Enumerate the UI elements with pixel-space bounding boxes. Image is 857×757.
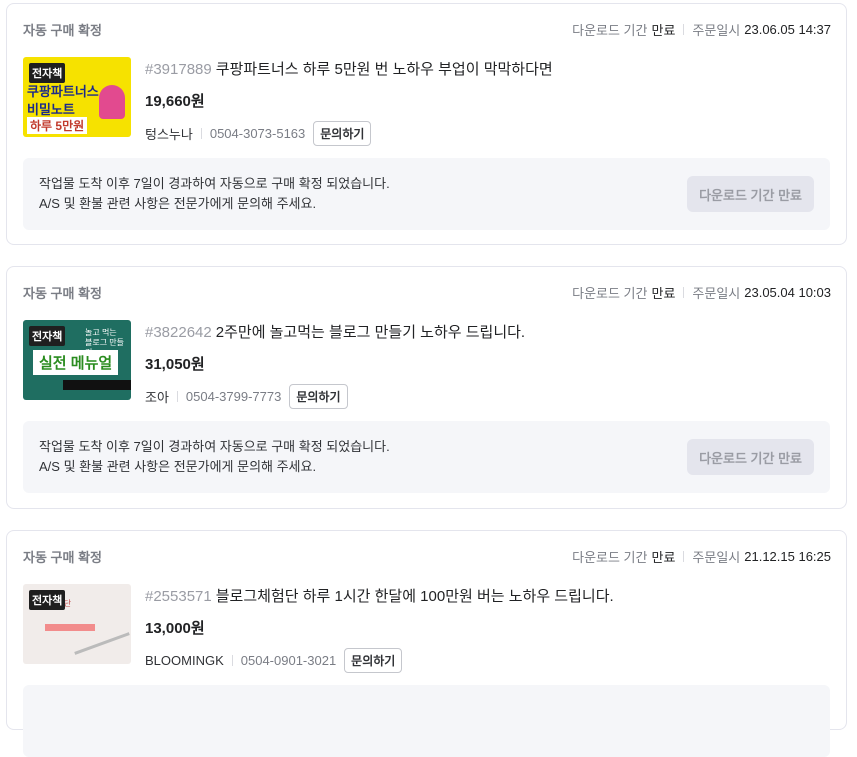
order-date-label: 주문일시 [692, 285, 741, 301]
notice-line: A/S 및 환불 관련 사항은 전문가에게 문의해 주세요. [39, 196, 317, 211]
product-thumbnail[interactable]: 전자책 쿠팡파트너스 비밀노트 하루 5만원 [23, 57, 131, 137]
seller-name: BLOOMINGK [145, 653, 224, 668]
download-period-label: 다운로드 기간 [572, 22, 648, 38]
person-illustration [99, 85, 125, 119]
notice-line: 작업물 도착 이후 7일이 경과하여 자동으로 구매 확정 되었습니다. [39, 176, 390, 191]
thumbnail-text: 쿠팡파트너스 [27, 84, 99, 99]
notice-line: 작업물 도착 이후 7일이 경과하여 자동으로 구매 확정 되었습니다. [39, 439, 390, 454]
product-info: #2553571 블로그체험단 하루 1시간 한달에 100만원 버는 노하우 드… [145, 581, 614, 673]
order-date-label: 주문일시 [692, 22, 741, 38]
order-item: 전자책 놀고 먹는블로그 만들기 실전 메뉴얼 #38226422주만에 놀고먹… [7, 317, 846, 409]
product-title-link[interactable]: #3917889 쿠팡파트너스 하루 5만원 번 노하우 부업이 막막하다면 [145, 58, 553, 78]
order-card-header: 자동 구매 확정 다운로드 기간 만료 주문일시 21.12.15 16:25 [7, 531, 846, 581]
order-meta: 다운로드 기간 만료 주문일시 23.05.04 10:03 [572, 283, 831, 302]
product-thumbnail[interactable]: 전자책 체험단 [23, 584, 131, 664]
thumbnail-text: 실전 메뉴얼 [33, 350, 119, 375]
purchase-status: 자동 구매 확정 [23, 285, 102, 301]
order-card: 자동 구매 확정 다운로드 기간 만료 주문일시 21.12.15 16:25 … [6, 530, 847, 757]
seller-phone: 0504-3799-7773 [185, 389, 282, 404]
order-date-value: 23.06.05 14:37 [744, 21, 831, 37]
download-expired-button[interactable]: 다운로드 기간 만료 [687, 176, 814, 212]
gig-number: #2553571 [145, 588, 212, 605]
notice-line: A/S 및 환불 관련 사항은 전문가에게 문의해 주세요. [39, 459, 317, 474]
product-info: #3917889 쿠팡파트너스 하루 5만원 번 노하우 부업이 막막하다면 19… [145, 54, 553, 146]
seller-row: 조아 0504-3799-7773 문의하기 [145, 384, 525, 409]
order-item: 전자책 쿠팡파트너스 비밀노트 하루 5만원 #3917889 쿠팡파트너스 하루… [7, 54, 846, 146]
divider [200, 128, 202, 139]
inquiry-button[interactable]: 문의하기 [289, 384, 348, 409]
divider [176, 391, 178, 402]
product-title-link[interactable]: #3822642 2주만에 놀고먹는 블로그 만들기 노하우 드립니다. [145, 321, 525, 341]
seller-name: 조아 [145, 390, 169, 405]
ebook-tag: 전자책 [29, 326, 66, 346]
product-title-link[interactable]: #2553571 블로그체험단 하루 1시간 한달에 100만원 버는 노하우 드… [145, 585, 614, 605]
order-meta: 다운로드 기간 만료 주문일시 23.06.05 14:37 [572, 20, 831, 39]
product-title: 쿠팡파트너스 하루 5만원 번 노하우 부업이 막막하다면 [215, 61, 553, 78]
hand-illustration [63, 380, 131, 390]
order-date-value: 21.12.15 16:25 [744, 548, 831, 564]
seller-row: BLOOMINGK 0504-0901-3021 문의하기 [145, 648, 614, 673]
inquiry-button[interactable]: 문의하기 [313, 121, 372, 146]
divider [683, 286, 685, 298]
inquiry-button[interactable]: 문의하기 [344, 648, 403, 673]
highlight-strip [45, 624, 95, 631]
notice-box: 작업물 도착 이후 7일이 경과하여 자동으로 구매 확정 되었습니다. A/S… [23, 421, 830, 493]
product-thumbnail[interactable]: 전자책 놀고 먹는블로그 만들기 실전 메뉴얼 [23, 320, 131, 400]
product-title: 2주만에 놀고먹는 블로그 만들기 노하우 드립니다. [215, 324, 526, 341]
order-date-value: 23.05.04 10:03 [744, 284, 831, 300]
purchase-status: 자동 구매 확정 [23, 549, 102, 565]
seller-phone: 0504-0901-3021 [240, 653, 337, 668]
product-title: 블로그체험단 하루 1시간 한달에 100만원 버는 노하우 드립니다. [215, 588, 614, 605]
divider [683, 23, 685, 35]
download-period-value: 만료 [651, 285, 676, 301]
thumbnail-text: 비밀노트 [27, 102, 75, 117]
order-item: 전자책 체험단 #2553571블로그체험단 하루 1시간 한달에 100만원 … [7, 581, 846, 673]
order-date-label: 주문일시 [692, 549, 741, 565]
order-card-header: 자동 구매 확정 다운로드 기간 만료 주문일시 23.05.04 10:03 [7, 267, 846, 317]
ebook-tag: 전자책 [29, 63, 66, 83]
download-period-label: 다운로드 기간 [572, 549, 648, 565]
divider [683, 550, 685, 562]
notice-box [23, 685, 830, 757]
order-meta: 다운로드 기간 만료 주문일시 21.12.15 16:25 [572, 547, 831, 566]
ebook-tag: 전자책 [29, 590, 66, 610]
notice-text: 작업물 도착 이후 7일이 경과하여 자동으로 구매 확정 되었습니다. A/S… [39, 437, 390, 477]
seller-name: 텅스누나 [145, 127, 193, 142]
seller-row: 텅스누나 0504-3073-5163 문의하기 [145, 121, 553, 146]
purchase-status: 자동 구매 확정 [23, 22, 102, 38]
gig-number: #3822642 [145, 324, 212, 341]
order-card-header: 자동 구매 확정 다운로드 기간 만료 주문일시 23.06.05 14:37 [7, 4, 846, 54]
download-period-value: 만료 [651, 22, 676, 38]
gig-number: #3917889 [145, 61, 212, 78]
product-price: 13,000원 [145, 620, 205, 637]
notice-text: 작업물 도착 이후 7일이 경과하여 자동으로 구매 확정 되었습니다. A/S… [39, 174, 390, 214]
product-price: 19,660원 [145, 93, 205, 110]
notice-box: 작업물 도착 이후 7일이 경과하여 자동으로 구매 확정 되었습니다. A/S… [23, 158, 830, 230]
download-period-value: 만료 [651, 549, 676, 565]
product-price: 31,050원 [145, 356, 205, 373]
pen-illustration [74, 632, 130, 655]
thumbnail-text: 하루 5만원 [27, 117, 88, 134]
seller-phone: 0504-3073-5163 [209, 126, 306, 141]
order-card: 자동 구매 확정 다운로드 기간 만료 주문일시 23.05.04 10:03 … [6, 266, 847, 509]
order-card: 자동 구매 확정 다운로드 기간 만료 주문일시 23.06.05 14:37 … [6, 3, 847, 245]
divider [231, 655, 233, 666]
download-expired-button[interactable]: 다운로드 기간 만료 [687, 439, 814, 475]
download-period-label: 다운로드 기간 [572, 285, 648, 301]
product-info: #3822642 2주만에 놀고먹는 블로그 만들기 노하우 드립니다. 31,0… [145, 317, 525, 409]
